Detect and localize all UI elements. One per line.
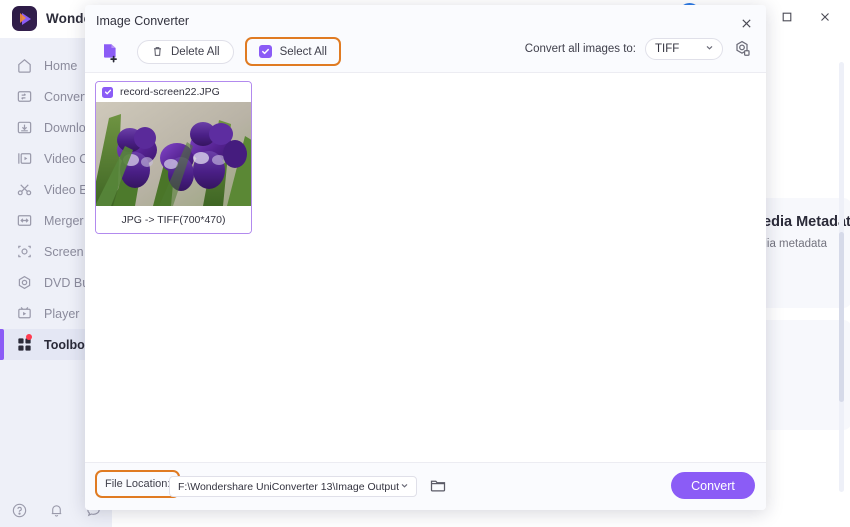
file-location-label: File Location: bbox=[95, 470, 181, 498]
home-icon bbox=[16, 57, 33, 74]
convert-all-to-label: Convert all images to: bbox=[524, 43, 636, 55]
sidebar-label: Player bbox=[44, 306, 80, 321]
file-name: record-screen22.JPG bbox=[120, 86, 220, 98]
maximize-button[interactable] bbox=[768, 3, 806, 31]
dialog-title: Image Converter bbox=[96, 14, 190, 28]
file-conversion-info: JPG -> TIFF(700*470) bbox=[96, 206, 251, 233]
convert-all-to-group: Convert all images to: TIFF bbox=[525, 38, 752, 60]
app-logo-icon bbox=[12, 6, 37, 31]
iris-flower-image bbox=[96, 102, 251, 206]
file-card[interactable]: record-screen22.JPG JPG -> TIFF(700*470) bbox=[95, 81, 252, 234]
application-window: Wondershare UniConverter bbox=[0, 0, 850, 527]
sidebar-label: Merger bbox=[44, 213, 84, 228]
dvd-icon bbox=[16, 274, 33, 291]
output-path-select[interactable]: F:\Wondershare UniConverter 13\Image Out… bbox=[169, 476, 417, 497]
select-all-button[interactable]: Select All bbox=[244, 37, 341, 66]
output-path-value: F:\Wondershare UniConverter 13\Image Out… bbox=[178, 480, 399, 493]
converter-icon bbox=[16, 88, 33, 105]
notification-bell-icon[interactable] bbox=[48, 502, 65, 519]
file-list-area: record-screen22.JPG JPG -> TIFF(700*470) bbox=[85, 73, 766, 462]
add-file-icon[interactable] bbox=[96, 38, 126, 66]
notification-badge-dot bbox=[26, 334, 32, 340]
file-thumbnail bbox=[96, 102, 251, 206]
file-card-header: record-screen22.JPG bbox=[96, 82, 251, 102]
download-icon bbox=[16, 119, 33, 136]
sidebar-label: Home bbox=[44, 58, 78, 73]
dialog-toolbar: Delete All Select All bbox=[96, 37, 341, 66]
chevron-down-icon bbox=[705, 43, 714, 55]
output-format-select[interactable]: TIFF bbox=[645, 38, 723, 60]
select-all-checkbox[interactable] bbox=[258, 45, 272, 58]
merger-icon bbox=[16, 212, 33, 229]
player-icon bbox=[16, 305, 33, 322]
file-checkbox[interactable] bbox=[102, 86, 113, 98]
chevron-down-icon bbox=[400, 481, 409, 493]
dialog-close-icon[interactable] bbox=[732, 10, 760, 36]
screen-record-icon bbox=[16, 243, 33, 260]
image-converter-dialog: Image Converter Delete All Select All Co… bbox=[85, 5, 766, 510]
convert-button[interactable]: Convert bbox=[671, 472, 755, 499]
help-icon[interactable] bbox=[11, 502, 28, 519]
main-scrollbar-track[interactable] bbox=[839, 62, 844, 492]
dialog-footer: File Location: F:\Wondershare UniConvert… bbox=[85, 462, 766, 510]
folder-icon[interactable] bbox=[429, 476, 447, 494]
trash-icon bbox=[151, 45, 164, 58]
dialog-header: Image Converter Delete All Select All Co… bbox=[85, 5, 766, 73]
select-all-label: Select All bbox=[279, 45, 327, 58]
main-scrollbar-thumb[interactable] bbox=[839, 232, 844, 402]
close-button[interactable] bbox=[806, 3, 844, 31]
scissors-icon bbox=[16, 181, 33, 198]
delete-all-label: Delete All bbox=[171, 45, 220, 58]
output-format-value: TIFF bbox=[655, 43, 680, 55]
gear-icon[interactable] bbox=[732, 39, 752, 59]
video-compress-icon bbox=[16, 150, 33, 167]
delete-all-button[interactable]: Delete All bbox=[137, 39, 234, 64]
